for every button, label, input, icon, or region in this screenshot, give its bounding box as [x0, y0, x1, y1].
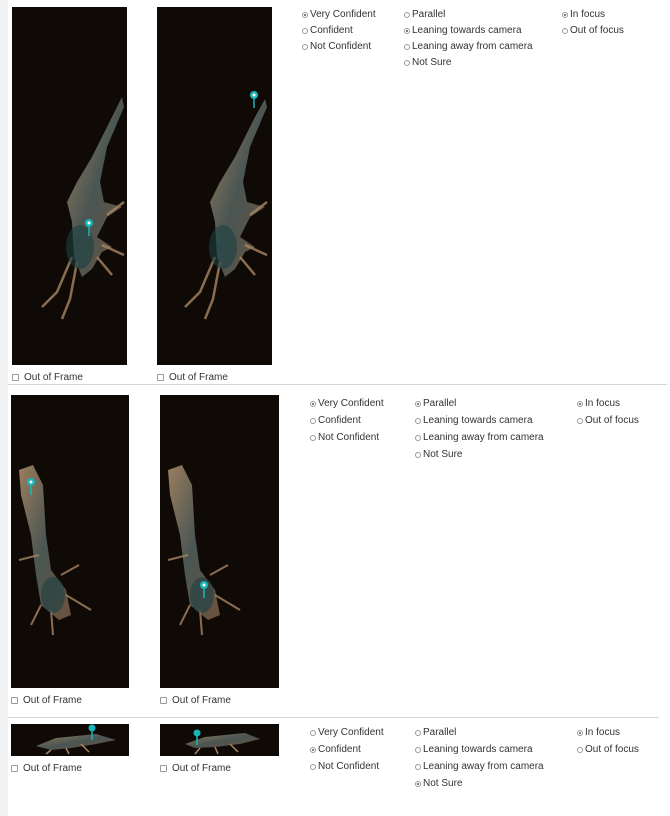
radio-not-sure[interactable]: Not Sure — [415, 446, 544, 463]
radio-out-of-focus[interactable]: Out of focus — [577, 741, 639, 758]
radio-confident[interactable]: Confident — [310, 741, 384, 758]
row2-out-of-frame-left[interactable]: Out of Frame — [11, 695, 82, 706]
radio-in-focus[interactable]: In focus — [577, 395, 639, 412]
row2-confidence-group: Very Confident Confident Not Confident — [310, 395, 384, 446]
checkbox[interactable] — [160, 697, 167, 704]
row2-orientation-group: Parallel Leaning towards camera Leaning … — [415, 395, 544, 463]
checkbox[interactable] — [160, 765, 167, 772]
row1-out-of-frame-right[interactable]: Out of Frame — [157, 372, 228, 383]
radio-out-of-focus[interactable]: Out of focus — [577, 412, 639, 429]
row-divider — [8, 384, 667, 385]
row1-focus-group: In focus Out of focus — [562, 7, 624, 39]
radio-leaning-away[interactable]: Leaning away from camera — [415, 758, 544, 775]
row1-confidence-group: Very Confident Confident Not Confident — [302, 7, 376, 55]
keypoint-marker-icon[interactable] — [249, 90, 259, 108]
row3-orientation-group: Parallel Leaning towards camera Leaning … — [415, 724, 544, 792]
row1-orientation-group: Parallel Leaning towards camera Leaning … — [404, 7, 533, 71]
checkbox[interactable] — [11, 697, 18, 704]
radio-in-focus[interactable]: In focus — [562, 7, 624, 23]
row2-focus-group: In focus Out of focus — [577, 395, 639, 429]
radio-leaning-towards[interactable]: Leaning towards camera — [415, 741, 544, 758]
keypoint-marker-icon[interactable] — [87, 724, 97, 740]
row1-out-of-frame-left[interactable]: Out of Frame — [12, 372, 83, 383]
row2-image-left[interactable] — [11, 395, 129, 688]
radio-leaning-away[interactable]: Leaning away from camera — [415, 429, 544, 446]
radio-leaning-away[interactable]: Leaning away from camera — [404, 39, 533, 55]
radio-leaning-towards[interactable]: Leaning towards camera — [415, 412, 544, 429]
radio-parallel[interactable]: Parallel — [415, 395, 544, 412]
row2-out-of-frame-right[interactable]: Out of Frame — [160, 695, 231, 706]
radio-very-confident[interactable]: Very Confident — [302, 7, 376, 23]
row3-image-right[interactable] — [160, 724, 279, 756]
row2-image-right[interactable] — [160, 395, 279, 688]
row3-image-left[interactable] — [11, 724, 129, 756]
radio-confident[interactable]: Confident — [302, 23, 376, 39]
radio-very-confident[interactable]: Very Confident — [310, 724, 384, 741]
keypoint-marker-icon[interactable] — [26, 477, 36, 495]
radio-very-confident[interactable]: Very Confident — [310, 395, 384, 412]
checkbox[interactable] — [157, 374, 164, 381]
radio-not-confident[interactable]: Not Confident — [302, 39, 376, 55]
checkbox[interactable] — [12, 374, 19, 381]
radio-parallel[interactable]: Parallel — [415, 724, 544, 741]
row3-out-of-frame-left[interactable]: Out of Frame — [11, 763, 82, 774]
row3-out-of-frame-right[interactable]: Out of Frame — [160, 763, 231, 774]
keypoint-marker-icon[interactable] — [84, 218, 94, 236]
radio-not-confident[interactable]: Not Confident — [310, 429, 384, 446]
radio-not-sure[interactable]: Not Sure — [404, 55, 533, 71]
radio-parallel[interactable]: Parallel — [404, 7, 533, 23]
radio-in-focus[interactable]: In focus — [577, 724, 639, 741]
row-divider — [8, 717, 659, 718]
radio-out-of-focus[interactable]: Out of focus — [562, 23, 624, 39]
radio-confident[interactable]: Confident — [310, 412, 384, 429]
row1-image-left[interactable] — [12, 7, 127, 365]
keypoint-marker-icon[interactable] — [192, 729, 202, 745]
row3-confidence-group: Very Confident Confident Not Confident — [310, 724, 384, 775]
row1-image-right[interactable] — [157, 7, 272, 365]
row3-focus-group: In focus Out of focus — [577, 724, 639, 758]
radio-not-sure[interactable]: Not Sure — [415, 775, 544, 792]
checkbox[interactable] — [11, 765, 18, 772]
left-scroll-edge — [0, 0, 8, 816]
keypoint-marker-icon[interactable] — [199, 580, 209, 598]
radio-leaning-towards[interactable]: Leaning towards camera — [404, 23, 533, 39]
radio-not-confident[interactable]: Not Confident — [310, 758, 384, 775]
